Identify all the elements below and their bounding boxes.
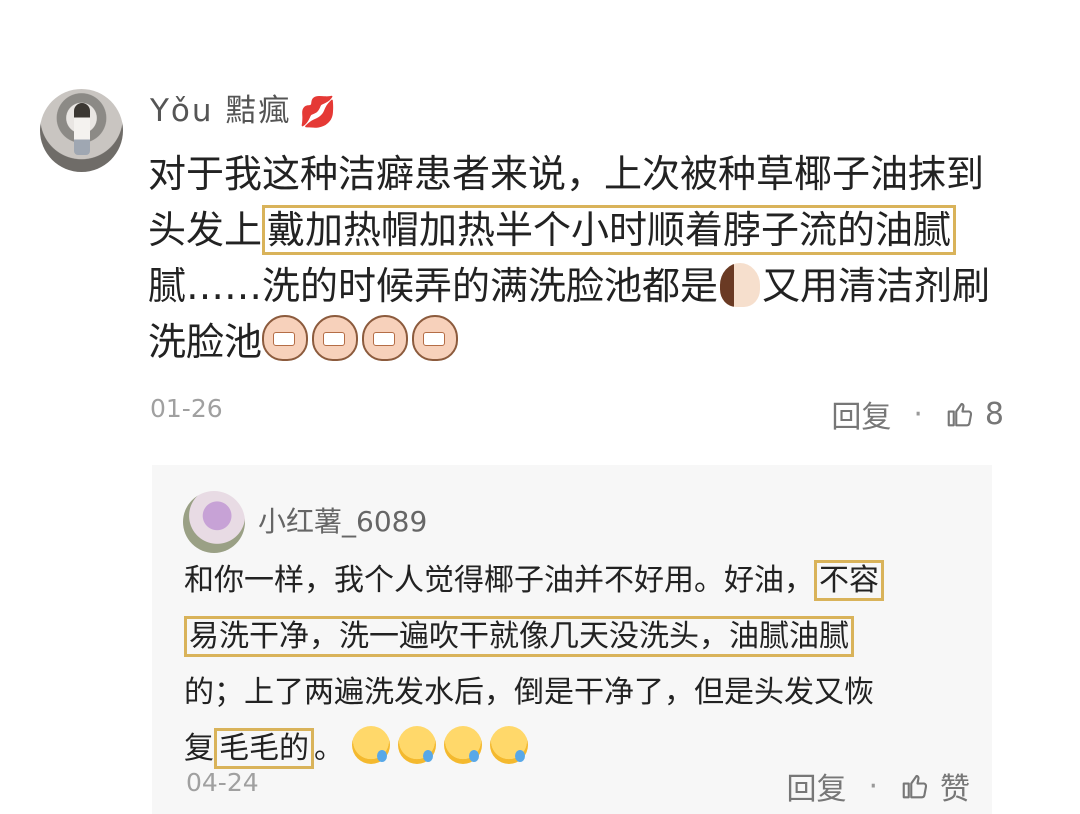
reply-button[interactable]: 回复	[786, 764, 846, 808]
user-avatar[interactable]	[40, 89, 123, 172]
reply-line: 的；上了两遍洗发水后，倒是干净了，但是头发又恢	[184, 675, 874, 710]
reply-actions: 回复 · 赞	[786, 764, 970, 808]
reply-text: 。	[314, 731, 344, 766]
comment-line: 洗脸池	[148, 314, 1028, 370]
comment-username[interactable]: Yǒu 黠瘋 💋	[150, 88, 339, 134]
reply-text: 复	[184, 731, 214, 766]
like-count: 8	[984, 396, 1004, 432]
highlighted-text: 戴加热帽加热半个小时顺着脖子流的油腻	[262, 205, 957, 255]
reply-date: 04-24	[186, 768, 259, 797]
thumbs-up-icon[interactable]	[945, 399, 975, 429]
highlighted-text: 毛毛的	[214, 728, 314, 769]
reply-body: 和你一样，我个人觉得椰子油并不好用。好油， 不容 易洗干净，洗一遍吹干就像几天没洗…	[184, 553, 974, 777]
comment-text: 洗脸池	[148, 320, 263, 364]
mask-face-emoji-icon	[412, 315, 459, 361]
comment-thread: Yǒu 黠瘋 💋 对于我这种洁癖患者来说，上次被种草椰子油抹到 头发上 戴加热帽加热…	[0, 0, 1080, 814]
sleepy-emoji-icon	[352, 726, 390, 764]
username-text: Yǒu 黠瘋	[150, 93, 292, 129]
highlighted-text: 不容	[814, 560, 884, 601]
comment-text: 又用清洁剂刷	[762, 264, 991, 308]
comment-actions: 回复 · 8	[831, 392, 1004, 436]
sleepy-emoji-icon	[398, 726, 436, 764]
comment-date: 01-26	[150, 394, 223, 423]
reply-button[interactable]: 回复	[831, 392, 891, 436]
reply-text: 和你一样，我个人觉得椰子油并不好用。好油，	[184, 563, 814, 598]
sleepy-emoji-icon	[490, 726, 528, 764]
separator-dot: ·	[868, 768, 878, 804]
comment-text: 头发上	[148, 208, 263, 252]
mask-face-emoji-icon	[262, 315, 309, 361]
comment-body: 对于我这种洁癖患者来说，上次被种草椰子油抹到 头发上 戴加热帽加热半个小时顺着脖子…	[148, 146, 1028, 370]
reply-line: 易洗干净，洗一遍吹干就像几天没洗头，油腻油腻	[184, 609, 974, 665]
comment-line: 腻……洗的时候弄的满洗脸池都是 又用清洁剂刷	[148, 258, 1028, 314]
reply-user-avatar[interactable]	[183, 491, 245, 553]
comment-line: 对于我这种洁癖患者来说，上次被种草椰子油抹到	[148, 152, 985, 196]
reply-line: 和你一样，我个人觉得椰子油并不好用。好油， 不容	[184, 553, 974, 609]
like-label: 赞	[940, 772, 970, 807]
highlighted-text: 易洗干净，洗一遍吹干就像几天没洗头，油腻油腻	[184, 616, 854, 657]
reply-username[interactable]: 小红薯_6089	[258, 500, 427, 540]
sleepy-emoji-icon	[444, 726, 482, 764]
facepalm-emoji-icon	[720, 263, 761, 307]
thumbs-up-icon[interactable]	[900, 771, 930, 801]
comment-line: 头发上 戴加热帽加热半个小时顺着脖子流的油腻	[148, 202, 1028, 258]
separator-dot: ·	[913, 396, 923, 432]
comment-text: 腻……洗的时候弄的满洗脸池都是	[148, 264, 719, 308]
mask-face-emoji-icon	[362, 315, 409, 361]
mask-face-emoji-icon	[312, 315, 359, 361]
lips-icon: 💋	[299, 94, 339, 130]
avatar-figure	[74, 103, 90, 155]
